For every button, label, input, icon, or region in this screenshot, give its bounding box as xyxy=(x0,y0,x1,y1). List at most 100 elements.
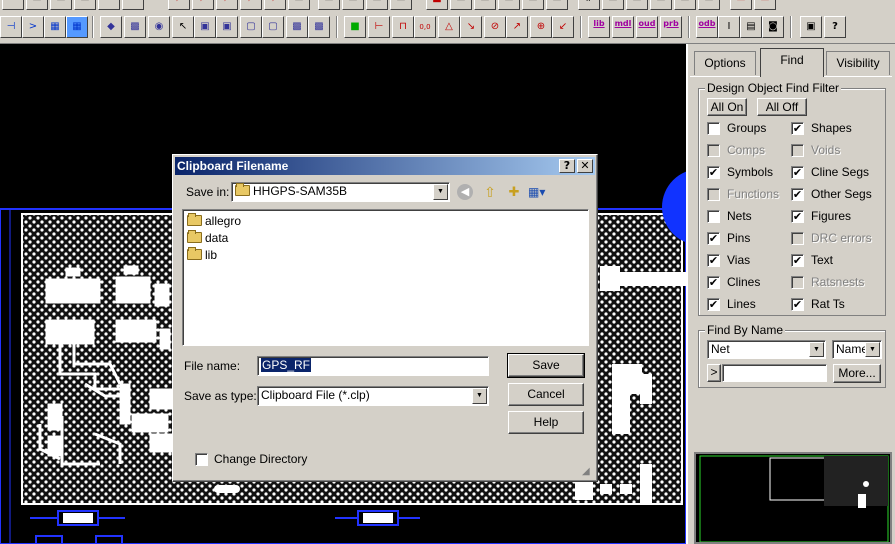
more-button[interactable]: More... xyxy=(833,364,881,383)
lib-button[interactable]: lib xyxy=(588,16,610,38)
toolbar-button[interactable]: ▦ xyxy=(66,16,88,38)
zoom-in-icon[interactable]: ⌕ xyxy=(192,0,214,10)
toolbar-button[interactable]: ▣ xyxy=(800,16,822,38)
find-name-input[interactable] xyxy=(722,364,827,382)
toolbar-button[interactable]: ▩ xyxy=(286,16,308,38)
resize-grip-icon[interactable]: ◢ xyxy=(582,466,594,478)
find-mode-select[interactable]: Name ▼ xyxy=(832,340,882,359)
change-directory-checkbox[interactable] xyxy=(195,453,208,466)
toolbar-button[interactable]: ⊢ xyxy=(368,16,390,38)
toolbar-button[interactable]: ▭ xyxy=(546,0,568,10)
tab-find[interactable]: Find xyxy=(760,48,824,77)
filter-checkbox-rat-ts[interactable]: ✔ xyxy=(791,298,804,311)
zoom-prev-icon[interactable]: ⌕ xyxy=(264,0,286,10)
toolbar-button[interactable]: ▭ xyxy=(754,0,776,10)
toolbar-button[interactable]: ↙ xyxy=(552,16,574,38)
toolbar-button[interactable]: 0,0 xyxy=(414,16,436,38)
toolbar-button[interactable]: ▩ xyxy=(124,16,146,38)
toolbar-button[interactable]: ⊘ xyxy=(484,16,506,38)
toolbar-button[interactable]: ▣ xyxy=(216,16,238,38)
file-list[interactable]: allegro data lib xyxy=(182,209,589,346)
close-icon[interactable]: ✕ xyxy=(577,159,593,173)
zoom-fit-icon[interactable]: ⌕ xyxy=(240,0,262,10)
toolbar-button[interactable]: ▭ xyxy=(626,0,648,10)
tab-options[interactable]: Options xyxy=(694,51,756,75)
toolbar-button[interactable]: ▭ xyxy=(318,0,340,10)
toolbar-button[interactable]: ▭ xyxy=(450,0,472,10)
toolbar-button[interactable]: ▭ xyxy=(390,0,412,10)
new-folder-icon[interactable]: ✚ xyxy=(505,183,523,201)
cancel-button[interactable]: Cancel xyxy=(508,383,584,406)
toolbar-button[interactable]: ▭ xyxy=(74,0,96,10)
toolbar-button[interactable]: ▭ xyxy=(342,0,364,10)
toolbar-button[interactable]: ▩ xyxy=(308,16,330,38)
chevron-down-icon[interactable]: ▼ xyxy=(433,184,448,200)
cut-icon[interactable]: ✂ xyxy=(2,0,24,10)
toolbar-button[interactable]: ▭ xyxy=(730,0,752,10)
toolbar-button[interactable]: ⊓ xyxy=(392,16,414,38)
toolbar-button[interactable]: ▣ xyxy=(194,16,216,38)
toolbar-button[interactable]: ▭ xyxy=(50,0,72,10)
toolbar-button[interactable]: # xyxy=(578,0,600,10)
filter-checkbox-groups[interactable] xyxy=(707,122,720,135)
toolbar-button[interactable]: ▤ xyxy=(740,16,762,38)
filter-checkbox-lines[interactable]: ✔ xyxy=(707,298,720,311)
toolbar-button[interactable]: ▭ xyxy=(26,0,48,10)
help-icon[interactable]: ? xyxy=(559,159,575,173)
toolbar-button[interactable]: ▭ xyxy=(288,0,310,10)
camera-icon[interactable]: ◙ xyxy=(762,16,784,38)
toolbar-button[interactable]: ▦ xyxy=(44,16,66,38)
toolbar-button[interactable]: ▭ xyxy=(366,0,388,10)
toolbar-button[interactable]: ▭ xyxy=(650,0,672,10)
find-type-select[interactable]: Net ▼ xyxy=(707,340,826,359)
toolbar-button[interactable]: ▭ xyxy=(522,0,544,10)
up-folder-icon[interactable]: ⇧ xyxy=(481,183,499,201)
file-name-input[interactable]: GPS_RF xyxy=(257,356,489,376)
filter-checkbox-cline-segs[interactable]: ✔ xyxy=(791,166,804,179)
list-item[interactable]: lib xyxy=(187,247,217,263)
toolbar-button[interactable]: ◆ xyxy=(100,16,122,38)
toolbar-button[interactable]: ⊕ xyxy=(530,16,552,38)
back-icon[interactable]: ◀ xyxy=(457,184,473,200)
chevron-down-icon[interactable]: ▼ xyxy=(865,342,880,357)
toolbar-button[interactable]: ↷ xyxy=(122,0,144,10)
help-icon[interactable]: ? xyxy=(824,16,846,38)
filter-checkbox-shapes[interactable]: ✔ xyxy=(791,122,804,135)
save-button[interactable]: Save xyxy=(507,353,585,378)
mdl-button[interactable]: mdl xyxy=(612,16,634,38)
zoom-icon[interactable]: ⌕ xyxy=(168,0,190,10)
oud-button[interactable]: oud xyxy=(636,16,658,38)
filter-checkbox-nets[interactable] xyxy=(707,210,720,223)
toolbar-button[interactable]: ▭ xyxy=(602,0,624,10)
toolbar-button[interactable]: ↶ xyxy=(98,0,120,10)
toolbar-button[interactable]: ↘ xyxy=(460,16,482,38)
color-icon[interactable]: ■ xyxy=(426,0,448,10)
toolbar-button[interactable]: ▭ xyxy=(698,0,720,10)
list-item[interactable]: data xyxy=(187,230,228,246)
toolbar-button[interactable]: △ xyxy=(438,16,460,38)
world-view[interactable] xyxy=(694,452,892,544)
toolbar-button[interactable]: ◉ xyxy=(148,16,170,38)
toolbar-button[interactable]: ▢ xyxy=(240,16,262,38)
chevron-down-icon[interactable]: ▼ xyxy=(472,388,487,404)
pointer-icon[interactable]: ↖ xyxy=(172,16,194,38)
tab-visibility[interactable]: Visibility xyxy=(826,51,890,75)
save-in-select[interactable]: HHGPS-SAM35B ▼ xyxy=(231,182,450,202)
find-prompt-button[interactable]: > xyxy=(707,364,721,382)
toolbar-button[interactable]: ▭ xyxy=(498,0,520,10)
filter-checkbox-pins[interactable]: ✔ xyxy=(707,232,720,245)
filter-checkbox-clines[interactable]: ✔ xyxy=(707,276,720,289)
filter-checkbox-text[interactable]: ✔ xyxy=(791,254,804,267)
filter-checkbox-vias[interactable]: ✔ xyxy=(707,254,720,267)
filter-checkbox-symbols[interactable]: ✔ xyxy=(707,166,720,179)
toolbar-button[interactable]: > xyxy=(22,16,44,38)
dialog-title-bar[interactable]: Clipboard Filename ? ✕ xyxy=(175,157,595,175)
toolbar-button[interactable]: ▭ xyxy=(474,0,496,10)
save-as-type-select[interactable]: Clipboard File (*.clp) ▼ xyxy=(257,386,489,406)
toolbar-button[interactable]: ▢ xyxy=(262,16,284,38)
toolbar-button[interactable]: Ⅰ xyxy=(718,16,740,38)
filter-checkbox-other-segs[interactable]: ✔ xyxy=(791,188,804,201)
prb-button[interactable]: prb xyxy=(660,16,682,38)
chevron-down-icon[interactable]: ▼ xyxy=(809,342,824,357)
all-on-button[interactable]: All On xyxy=(707,98,747,116)
